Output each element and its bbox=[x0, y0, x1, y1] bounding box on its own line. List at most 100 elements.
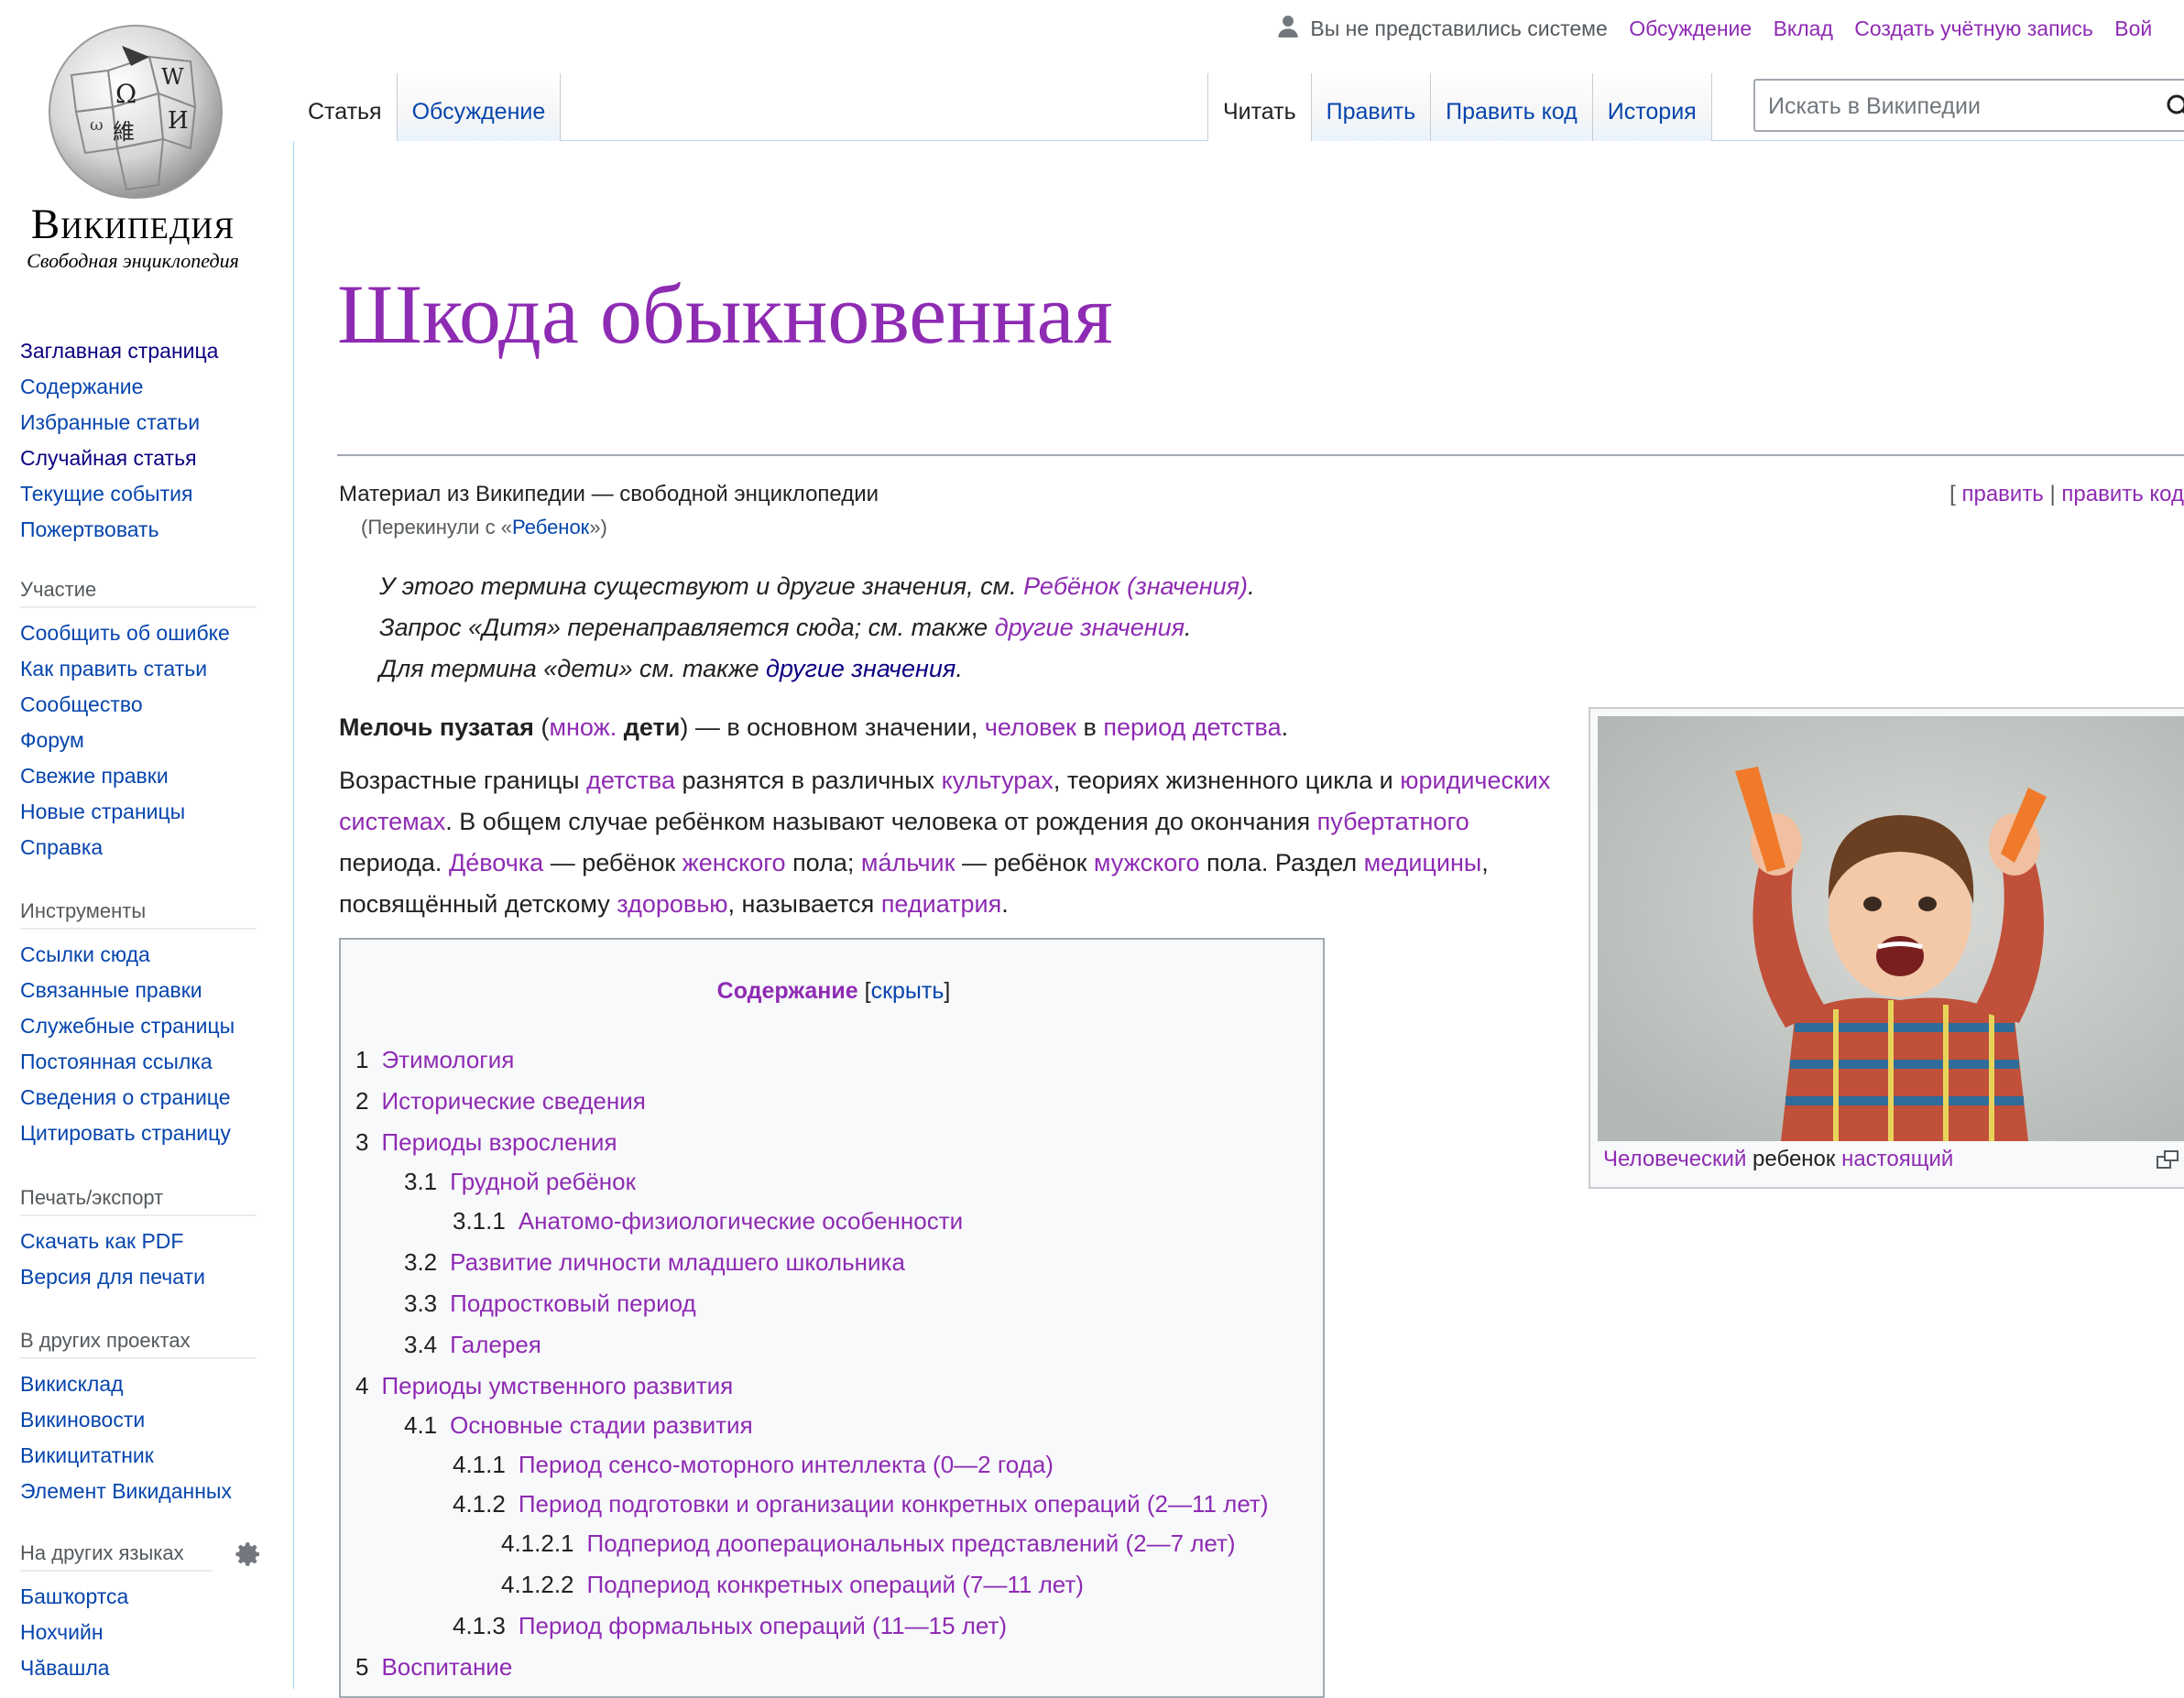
toc-item[interactable]: 3 Периоды взросления bbox=[355, 1128, 617, 1157]
link-childhood-2[interactable]: детства bbox=[586, 767, 675, 794]
nav-item-report-error[interactable]: Сообщить об ошибке bbox=[20, 615, 257, 651]
link-female[interactable]: женского bbox=[682, 849, 786, 876]
nav-item-donate[interactable]: Пожертвовать bbox=[20, 512, 257, 548]
nav-item-lang-chechen[interactable]: Нохчийн bbox=[20, 1615, 257, 1650]
search-input[interactable] bbox=[1766, 88, 2155, 125]
nav-item-new-pages[interactable]: Новые страницы bbox=[20, 794, 257, 830]
tab-discussion[interactable]: Обсуждение bbox=[397, 73, 562, 141]
nav-item-lang-chuvash[interactable]: Чӑвашла bbox=[20, 1650, 257, 1686]
nav-item-featured[interactable]: Избранные статьи bbox=[20, 405, 257, 441]
nav-item-special-pages[interactable]: Служебные страницы bbox=[20, 1008, 257, 1044]
nav-item-contents[interactable]: Содержание bbox=[20, 369, 257, 405]
toc-label[interactable]: Грудной ребёнок bbox=[450, 1168, 636, 1195]
hatnote-link-disambiguation[interactable]: Ребёнок (значения) bbox=[1023, 572, 1248, 600]
toc-label[interactable]: Подпериод дооперациональных представлени… bbox=[587, 1529, 1236, 1557]
toc-label[interactable]: Исторические сведения bbox=[381, 1087, 645, 1115]
nav-item-cite-page[interactable]: Цитировать страницу bbox=[20, 1116, 257, 1151]
toc-toggle[interactable]: скрыть bbox=[871, 978, 945, 1004]
nav-item-forum[interactable]: Форум bbox=[20, 723, 257, 758]
tab-edit[interactable]: Править bbox=[1311, 73, 1432, 141]
personal-talk-link[interactable]: Обсуждение bbox=[1629, 16, 1752, 40]
toc-label[interactable]: Период формальных операций (11—15 лет) bbox=[519, 1612, 1007, 1639]
toc-label[interactable]: Развитие личности младшего школьника bbox=[450, 1248, 905, 1276]
toc-item[interactable]: 4.1.2.2 Подпериод конкретных операций (7—… bbox=[501, 1571, 1084, 1599]
nav-heading-tools[interactable]: Инструменты bbox=[20, 895, 257, 930]
nav-item-lang-bashkir[interactable]: Башҡортса bbox=[20, 1579, 257, 1615]
nav-item-download-pdf[interactable]: Скачать как PDF bbox=[20, 1224, 257, 1259]
link-health[interactable]: здоровью bbox=[617, 890, 727, 918]
edit-link[interactable]: править bbox=[1961, 482, 2043, 506]
link-medicine[interactable]: медицины bbox=[1364, 849, 1482, 876]
nav-item-current-events[interactable]: Текущие события bbox=[20, 476, 257, 512]
toc-label[interactable]: Подростковый период bbox=[450, 1290, 696, 1317]
toc-label[interactable]: Этимология bbox=[381, 1046, 514, 1073]
toc-item[interactable]: 3.3 Подростковый период bbox=[404, 1290, 696, 1318]
toc-label[interactable]: Галерея bbox=[450, 1331, 541, 1358]
nav-heading-participation[interactable]: Участие bbox=[20, 573, 257, 608]
link-childhood[interactable]: период детства bbox=[1103, 713, 1281, 741]
nav-item-printable[interactable]: Версия для печати bbox=[20, 1259, 257, 1295]
toc-label[interactable]: Период сенсо-моторного интеллекта (0—2 г… bbox=[519, 1451, 1054, 1478]
nav-item-page-info[interactable]: Сведения о странице bbox=[20, 1080, 257, 1116]
toc-item[interactable]: 4.1.1 Период сенсо-моторного интеллекта (… bbox=[453, 1451, 1054, 1479]
nav-item-recent-changes[interactable]: Свежие правки bbox=[20, 758, 257, 794]
enlarge-icon[interactable] bbox=[2157, 1150, 2179, 1169]
nav-item-commons[interactable]: Викисклад bbox=[20, 1366, 257, 1402]
tab-article[interactable]: Статья bbox=[293, 73, 398, 141]
link-plural[interactable]: множ. bbox=[549, 713, 617, 741]
toc-item[interactable]: 3.1 Грудной ребёнок bbox=[404, 1168, 636, 1196]
toc-item[interactable]: 4.1.2 Период подготовки и организации кон… bbox=[453, 1490, 1269, 1518]
nav-item-what-links-here[interactable]: Ссылки сюда bbox=[20, 937, 257, 973]
toc-label[interactable]: Анатомо-физиологические особенности bbox=[519, 1207, 963, 1235]
link-male[interactable]: мужского bbox=[1094, 849, 1200, 876]
nav-item-how-to-edit[interactable]: Как править статьи bbox=[20, 651, 257, 687]
login-link[interactable]: Вой bbox=[2114, 16, 2152, 40]
link-boy[interactable]: ма́льчик bbox=[861, 849, 956, 876]
link-human[interactable]: человек bbox=[985, 713, 1076, 741]
nav-item-community[interactable]: Сообщество bbox=[20, 687, 257, 723]
nav-item-permanent-link[interactable]: Постоянная ссылка bbox=[20, 1044, 257, 1080]
child-photo[interactable] bbox=[1598, 716, 2184, 1141]
nav-item-random[interactable]: Случайная статья bbox=[20, 441, 257, 476]
hatnote-link-other-meanings[interactable]: другие значения bbox=[995, 614, 1185, 641]
hatnote-link-other-meanings-2[interactable]: другие значения bbox=[766, 655, 956, 682]
create-account-link[interactable]: Создать учётную запись bbox=[1854, 16, 2093, 40]
link-pediatrics[interactable]: педиатрия bbox=[881, 890, 1001, 918]
toc-item[interactable]: 4.1.3 Период формальных операций (11—15 л… bbox=[453, 1612, 1007, 1640]
nav-item-wikiquote[interactable]: Викицитатник bbox=[20, 1438, 257, 1474]
link-cultures[interactable]: культурах bbox=[942, 767, 1054, 794]
toc-label[interactable]: Основные стадии развития bbox=[450, 1411, 753, 1439]
toc-item[interactable]: 4.1.2.1 Подпериод дооперациональных предс… bbox=[501, 1529, 1236, 1558]
personal-contributions-link[interactable]: Вклад bbox=[1774, 16, 1833, 40]
toc-label[interactable]: Периоды взросления bbox=[381, 1128, 617, 1156]
wikipedia-logo[interactable]: Ω W И 維 ω Википедия Свободная энциклопед… bbox=[0, 0, 293, 284]
nav-heading-projects[interactable]: В других проектах bbox=[20, 1324, 257, 1359]
toc-item[interactable]: 3.2 Развитие личности младшего школьника bbox=[404, 1248, 905, 1277]
link-puberty[interactable]: пубертатного bbox=[1317, 808, 1469, 835]
edit-source-link[interactable]: править код bbox=[2061, 482, 2184, 506]
nav-heading-languages[interactable]: На других языках bbox=[20, 1537, 213, 1572]
tab-edit-source[interactable]: Править код bbox=[1431, 73, 1593, 141]
toc-item[interactable]: 4 Периоды умственного развития bbox=[355, 1372, 733, 1400]
nav-item-wikidata-item[interactable]: Элемент Викиданных bbox=[20, 1474, 257, 1509]
toc-item[interactable]: 5 Воспитание bbox=[355, 1653, 512, 1682]
search-icon[interactable] bbox=[2166, 93, 2184, 121]
toc-label[interactable]: Периоды умственного развития bbox=[381, 1372, 733, 1399]
nav-item-main-page[interactable]: Заглавная страница bbox=[20, 333, 257, 369]
tab-history[interactable]: История bbox=[1592, 73, 1712, 141]
toc-item[interactable]: 3.1.1 Анатомо-физиологические особенности bbox=[453, 1207, 963, 1235]
nav-item-help[interactable]: Справка bbox=[20, 830, 257, 865]
caption-link-human[interactable]: Человеческий bbox=[1603, 1147, 1746, 1171]
toc-item[interactable]: 2 Исторические сведения bbox=[355, 1087, 646, 1116]
toc-label[interactable]: Подпериод конкретных операций (7—11 лет) bbox=[587, 1571, 1084, 1598]
nav-item-related-changes[interactable]: Связанные правки bbox=[20, 973, 257, 1008]
toc-item[interactable]: 3.4 Галерея bbox=[404, 1331, 541, 1359]
toc-label[interactable]: Период подготовки и организации конкретн… bbox=[519, 1490, 1269, 1518]
redirect-link[interactable]: Ребенок bbox=[512, 516, 589, 539]
toc-item[interactable]: 1 Этимология bbox=[355, 1046, 514, 1074]
nav-item-wikinews[interactable]: Викиновости bbox=[20, 1402, 257, 1438]
nav-heading-print[interactable]: Печать/экспорт bbox=[20, 1181, 257, 1216]
gear-icon[interactable] bbox=[235, 1540, 262, 1568]
toc-item[interactable]: 4.1 Основные стадии развития bbox=[404, 1411, 753, 1440]
caption-link-real[interactable]: настоящий bbox=[1841, 1147, 1953, 1171]
